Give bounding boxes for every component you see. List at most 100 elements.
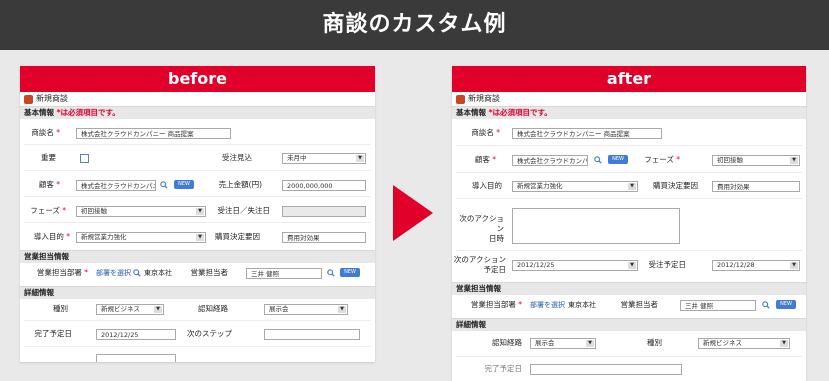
sales-amount-input[interactable]: 2000,000,000 (282, 180, 366, 191)
purpose-select[interactable]: 新規営業力強化 ▼ (76, 232, 206, 243)
arrow-right-icon (393, 185, 433, 241)
customer-new-button[interactable]: NEW (608, 155, 628, 164)
next-action-textarea[interactable] (512, 208, 680, 244)
chevron-down-icon: ▼ (628, 262, 636, 269)
row-type: 種別 新規ビジネス ▼ 認知経路 展示会 ▼ (20, 298, 375, 320)
section-basic: 基本情報 *は必須項目です。 (20, 106, 375, 119)
purchase-factor-input[interactable]: 費用対効果 (712, 181, 800, 192)
next-step-input[interactable] (264, 329, 360, 340)
label-important: 重要 (41, 153, 56, 162)
row-sales-dept: 営業担当部署 * 部署を選択 東京本社 営業担当者 三井 健照 NEW (452, 294, 806, 316)
row-route: 認知経路 展示会 ▼ 種別 新規ビジネス ▼ (452, 332, 806, 354)
search-icon[interactable] (133, 269, 141, 277)
sales-person-new-button[interactable]: NEW (340, 268, 360, 277)
app-title: 新規商談 (468, 94, 500, 103)
deal-icon (24, 94, 33, 104)
label-sales-dept: 営業担当部署 * (470, 300, 522, 309)
row-sales-dept: 営業担当部署 * 部署を選択 東京本社 営業担当者 三井 健照 NEW (20, 262, 375, 284)
purpose-select[interactable]: 新規営業力強化 ▼ (512, 181, 638, 192)
section-basic-label: 基本情報 (456, 108, 486, 117)
label-next-step: 次のステップ (187, 329, 232, 338)
divider (24, 222, 371, 223)
select-dept-link[interactable]: 部署を選択 (530, 294, 565, 316)
row-purpose: 導入目的 * 新規営業力強化 ▼ 購買決定要因 費用対効果 (20, 226, 375, 248)
route-select[interactable]: 展示会 ▼ (264, 304, 348, 315)
row-deal-name: 商談名 * 株式会社クラウドカンパニー 商品提案 (20, 122, 375, 144)
search-icon[interactable] (160, 181, 168, 189)
sales-person-input[interactable]: 三井 健照 (246, 268, 322, 279)
divider (456, 356, 802, 357)
required-note: *は必須項目です。 (488, 108, 552, 117)
complete-date-input[interactable]: 2012/12/25 (96, 329, 176, 340)
chevron-down-icon: ▼ (628, 183, 636, 190)
chevron-down-icon: ▼ (338, 306, 346, 313)
purchase-factor-input[interactable]: 費用対効果 (282, 232, 366, 243)
type-value: 新規ビジネス (101, 305, 140, 313)
type-select[interactable]: 新規ビジネス ▼ (698, 338, 790, 349)
order-plan-value: 2012/12/28 (717, 261, 755, 269)
label-order-plan: 受注予定日 (648, 260, 687, 269)
label-deal-name: 商談名 * (31, 128, 60, 137)
divider (24, 170, 371, 171)
purpose-value: 新規営業力強化 (517, 182, 563, 190)
route-value: 展示会 (269, 305, 289, 313)
row-next-action-date: 次のアクション 予定日 2012/12/25 ▼ 受注予定日 2012/12/28… (452, 252, 806, 278)
sales-dept-value: 東京本社 (568, 301, 596, 309)
deal-name-input[interactable]: 株式会社クラウドカンパニー 商品提案 (512, 128, 662, 139)
sales-person-input[interactable]: 三井 健照 (680, 300, 756, 311)
row-deal-name: 商談名 * 株式会社クラウドカンパニー 商品提案 (452, 122, 806, 144)
search-icon[interactable] (327, 269, 335, 277)
customer-input[interactable]: 株式会社クラウドカンパニー (76, 180, 156, 191)
divider (456, 145, 802, 146)
label-sales-person: 営業担当者 (190, 268, 229, 277)
sales-person-new-button[interactable]: NEW (776, 300, 796, 309)
order-plan-select[interactable]: 2012/12/28 ▼ (712, 260, 800, 271)
next-action-date-select[interactable]: 2012/12/25 ▼ (512, 260, 638, 271)
deal-name-input[interactable]: 株式会社クラウドカンパニー 商品提案 (76, 128, 231, 139)
before-header: before (20, 66, 375, 92)
before-panel: before 新規商談 基本情報 *は必須項目です。 商談名 * 株式会社クラウ… (20, 66, 375, 362)
phase-select[interactable]: 初回接触 ▼ (76, 206, 206, 217)
section-basic: 基本情報 *は必須項目です。 (452, 106, 806, 119)
label-phase: フェーズ * (644, 155, 680, 164)
label-purchase-factor: 購買決定要因 (215, 232, 260, 241)
label-purpose: 導入目的 (472, 181, 502, 190)
app-title-bar: 新規商談 (20, 92, 375, 106)
select-dept-link[interactable]: 部署を選択 (96, 262, 131, 284)
complete-date-input[interactable] (530, 364, 682, 375)
extra-input[interactable] (96, 354, 176, 362)
divider (24, 196, 371, 197)
label-phase: フェーズ * (30, 206, 66, 215)
phase-select[interactable]: 初回接触 ▼ (712, 155, 800, 166)
customer-input[interactable]: 株式会社クラウドカンパニー (512, 155, 588, 166)
order-forecast-select[interactable]: 未月中 ▼ (282, 153, 366, 164)
chevron-down-icon: ▼ (154, 306, 162, 313)
divider (456, 198, 802, 199)
before-form: 新規商談 基本情報 *は必須項目です。 商談名 * 株式会社クラウドカンパニー … (20, 92, 375, 362)
row-remaining: 完了予定日 (452, 358, 806, 380)
label-order-date: 受注日／失注日 (217, 206, 271, 215)
type-select[interactable]: 新規ビジネス ▼ (96, 304, 164, 315)
search-icon[interactable] (594, 156, 602, 164)
section-basic-label: 基本情報 (24, 108, 54, 117)
label-purchase-factor: 購買決定要因 (653, 181, 698, 190)
label-type: 種別 (647, 338, 662, 347)
label-next-action: 次のアクション 日時 (459, 214, 504, 243)
label-route: 認知経路 (492, 338, 522, 347)
label-order-forecast: 受注見込 (222, 153, 252, 162)
label-complete-date: 完了予定日 (34, 329, 73, 338)
order-date-input[interactable] (282, 206, 366, 217)
label-route: 認知経路 (198, 304, 228, 313)
phase-value: 初回接触 (81, 207, 107, 215)
divider (456, 250, 802, 251)
search-icon[interactable] (762, 301, 770, 309)
chevron-down-icon: ▼ (356, 155, 364, 162)
important-checkbox[interactable] (80, 154, 89, 163)
customer-new-button[interactable]: NEW (174, 180, 194, 189)
chevron-down-icon: ▼ (790, 157, 798, 164)
label-deal-name: 商談名 * (471, 128, 500, 137)
after-panel: after 新規商談 基本情報 *は必須項目です。 商談名 * 株式会社クラウド… (452, 66, 806, 381)
order-forecast-value: 未月中 (287, 154, 307, 162)
row-purpose: 導入目的 新規営業力強化 ▼ 購買決定要因 費用対効果 (452, 175, 806, 197)
route-select[interactable]: 展示会 ▼ (530, 338, 596, 349)
